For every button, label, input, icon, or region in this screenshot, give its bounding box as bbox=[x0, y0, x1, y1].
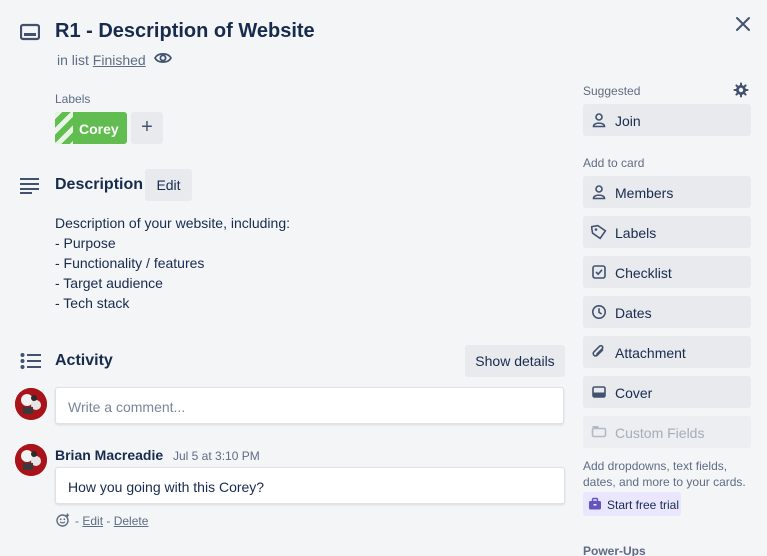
list-info: in list Finished bbox=[57, 52, 146, 68]
person-icon bbox=[591, 112, 607, 128]
separator: - bbox=[75, 514, 79, 528]
join-button[interactable]: Join bbox=[583, 104, 751, 136]
description-heading: Description bbox=[55, 176, 144, 193]
person-icon bbox=[591, 184, 607, 200]
join-label: Join bbox=[615, 113, 641, 129]
label-text: Corey bbox=[79, 121, 119, 137]
clock-icon bbox=[591, 304, 607, 320]
start-free-trial-label: Start free trial bbox=[607, 498, 680, 512]
dates-label: Dates bbox=[615, 305, 652, 321]
description-line: Description of your website, including: bbox=[55, 215, 291, 231]
label-pattern bbox=[55, 112, 73, 144]
custom-fields-label: Custom Fields bbox=[615, 425, 705, 441]
activity-heading: Activity bbox=[55, 352, 113, 369]
checkbox-icon bbox=[591, 264, 607, 280]
delete-comment-link[interactable]: Delete bbox=[114, 514, 149, 528]
cover-label: Cover bbox=[615, 385, 653, 401]
in-list-prefix: in list bbox=[57, 52, 89, 68]
add-reaction-icon[interactable] bbox=[56, 513, 70, 527]
comment-input[interactable]: Write a comment... bbox=[55, 387, 564, 424]
labels-heading: Labels bbox=[55, 92, 91, 106]
attachment-button[interactable]: Attachment bbox=[583, 336, 751, 368]
add-to-card-heading: Add to card bbox=[583, 156, 645, 170]
avatar[interactable] bbox=[15, 444, 47, 476]
custom-fields-button[interactable]: Custom Fields bbox=[583, 416, 751, 448]
dates-button[interactable]: Dates bbox=[583, 296, 751, 328]
labels-button[interactable]: Labels bbox=[583, 216, 751, 248]
gear-icon[interactable] bbox=[732, 81, 750, 99]
list-link[interactable]: Finished bbox=[93, 52, 146, 68]
close-icon[interactable] bbox=[732, 13, 754, 35]
description-line: - Functionality / features bbox=[55, 255, 205, 271]
labels-label: Labels bbox=[615, 225, 657, 241]
add-label-button[interactable]: + bbox=[131, 112, 163, 144]
activity-icon bbox=[20, 352, 42, 370]
eye-icon[interactable] bbox=[154, 51, 172, 65]
custom-fields-icon bbox=[591, 424, 607, 440]
edit-comment-link[interactable]: Edit bbox=[82, 514, 103, 528]
avatar[interactable] bbox=[15, 388, 47, 420]
description-line: - Purpose bbox=[55, 235, 116, 251]
description-body[interactable]: Description of your website, including: … bbox=[55, 213, 290, 313]
checklist-label: Checklist bbox=[615, 265, 672, 281]
members-label: Members bbox=[615, 185, 674, 201]
suggested-heading: Suggested bbox=[583, 84, 641, 98]
cover-button[interactable]: Cover bbox=[583, 376, 751, 408]
description-line: - Target audience bbox=[55, 275, 163, 291]
checklist-button[interactable]: Checklist bbox=[583, 256, 751, 288]
powerups-heading: Power-Ups bbox=[583, 544, 646, 556]
description-line: - Tech stack bbox=[55, 295, 130, 311]
briefcase-icon bbox=[588, 497, 602, 511]
show-details-button[interactable]: Show details bbox=[465, 345, 565, 377]
attachment-label: Attachment bbox=[615, 345, 686, 361]
start-free-trial-button[interactable]: Start free trial bbox=[583, 492, 681, 516]
paperclip-icon bbox=[591, 344, 607, 360]
comment-timestamp[interactable]: Jul 5 at 3:10 PM bbox=[173, 449, 260, 463]
custom-fields-upsell-text: Add dropdowns, text fields, dates, and m… bbox=[583, 459, 746, 489]
comment-text: How you going with this Corey? bbox=[55, 467, 565, 504]
comment-author[interactable]: Brian Macreadie bbox=[55, 447, 163, 463]
description-icon bbox=[20, 176, 41, 194]
card-icon bbox=[20, 22, 40, 42]
tag-icon bbox=[590, 224, 607, 240]
cover-icon bbox=[591, 384, 607, 400]
label-chip-corey[interactable]: Corey bbox=[55, 112, 127, 144]
separator: - bbox=[106, 514, 111, 528]
edit-description-button[interactable]: Edit bbox=[145, 169, 192, 201]
members-button[interactable]: Members bbox=[583, 176, 751, 208]
comment-actions: - Edit - Delete bbox=[75, 514, 148, 528]
card-title: R1 - Description of Website bbox=[55, 20, 315, 42]
